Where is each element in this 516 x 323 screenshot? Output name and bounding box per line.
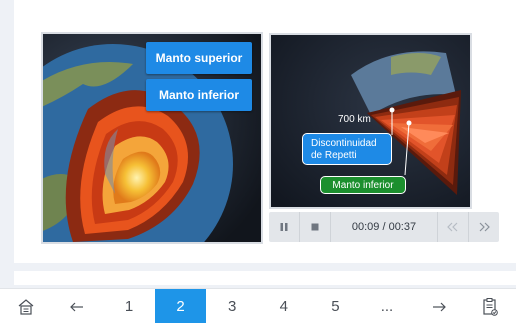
repetti-callout: Discontinuidad de Repetti (302, 133, 392, 165)
page-3-button[interactable]: 3 (206, 289, 258, 323)
pause-button[interactable] (269, 212, 300, 242)
arrow-right-icon (432, 302, 446, 311)
prev-page-button[interactable] (52, 289, 104, 323)
page-2-button[interactable]: 2 (154, 289, 207, 323)
lower-card (14, 271, 516, 285)
more-pages-button[interactable]: ... (361, 289, 413, 323)
rewind-icon (447, 222, 458, 232)
clipboard-icon (483, 297, 498, 316)
forward-button[interactable] (469, 212, 499, 242)
next-page-button[interactable] (413, 289, 465, 323)
stop-icon (311, 223, 319, 231)
page-navigation: 1 2 3 4 5 ... (0, 288, 516, 323)
forward-icon (479, 222, 490, 232)
assignment-button[interactable] (464, 289, 516, 323)
stop-button[interactable] (300, 212, 331, 242)
manto-inferior-callout: Manto inferior (320, 176, 406, 194)
pause-icon (280, 223, 288, 231)
rewind-button[interactable] (438, 212, 469, 242)
lesson-page: Manto superior Manto inferior 700 km Dis… (0, 0, 516, 323)
arrow-left-icon (70, 302, 84, 311)
time-display: 00:09 / 00:37 (331, 212, 438, 242)
page-1-button[interactable]: 1 (103, 289, 155, 323)
page-4-button[interactable]: 4 (258, 289, 310, 323)
video-controls: 00:09 / 00:37 (269, 212, 499, 242)
manto-inferior-label[interactable]: Manto inferior (146, 79, 252, 111)
depth-label: 700 km (338, 114, 371, 125)
page-5-button[interactable]: 5 (310, 289, 362, 323)
home-icon (18, 298, 34, 315)
home-button[interactable] (0, 289, 52, 323)
manto-superior-label[interactable]: Manto superior (146, 42, 252, 74)
